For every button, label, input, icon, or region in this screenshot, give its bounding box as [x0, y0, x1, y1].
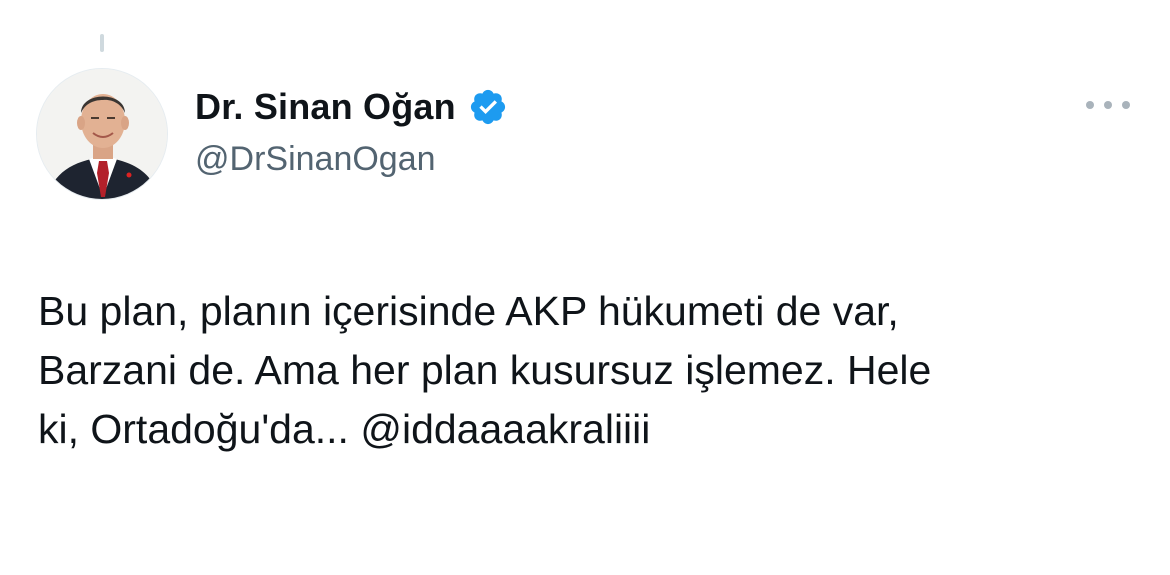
- author-display-name[interactable]: Dr. Sinan Oğan: [195, 86, 456, 128]
- tweet-text-fragment: ki, Ortadoğu'da...: [38, 406, 361, 452]
- tweet-text-line: Bu plan, planın içerisinde AKP hükumeti …: [38, 288, 899, 334]
- tweet-text-line: Barzani de. Ama her plan kusursuz işleme…: [38, 347, 932, 393]
- avatar-photo: [37, 69, 167, 199]
- tweet-text-line-last: ki, Ortadoğu'da... @iddaaaakraliiii: [38, 400, 1138, 459]
- more-dot: [1104, 101, 1112, 109]
- author-handle[interactable]: @DrSinanOgan: [195, 140, 436, 179]
- more-dot: [1122, 101, 1130, 109]
- author-name-row: Dr. Sinan Oğan: [195, 82, 508, 132]
- more-dot: [1086, 101, 1094, 109]
- thread-connector-line: [100, 34, 104, 52]
- verified-badge-icon[interactable]: [468, 87, 508, 127]
- more-options-icon[interactable]: [1086, 95, 1130, 115]
- mention-link[interactable]: @iddaaaakraliiii: [360, 406, 650, 452]
- author-avatar[interactable]: [36, 68, 168, 200]
- tweet-text: Bu plan, planın içerisinde AKP hükumeti …: [38, 282, 1138, 459]
